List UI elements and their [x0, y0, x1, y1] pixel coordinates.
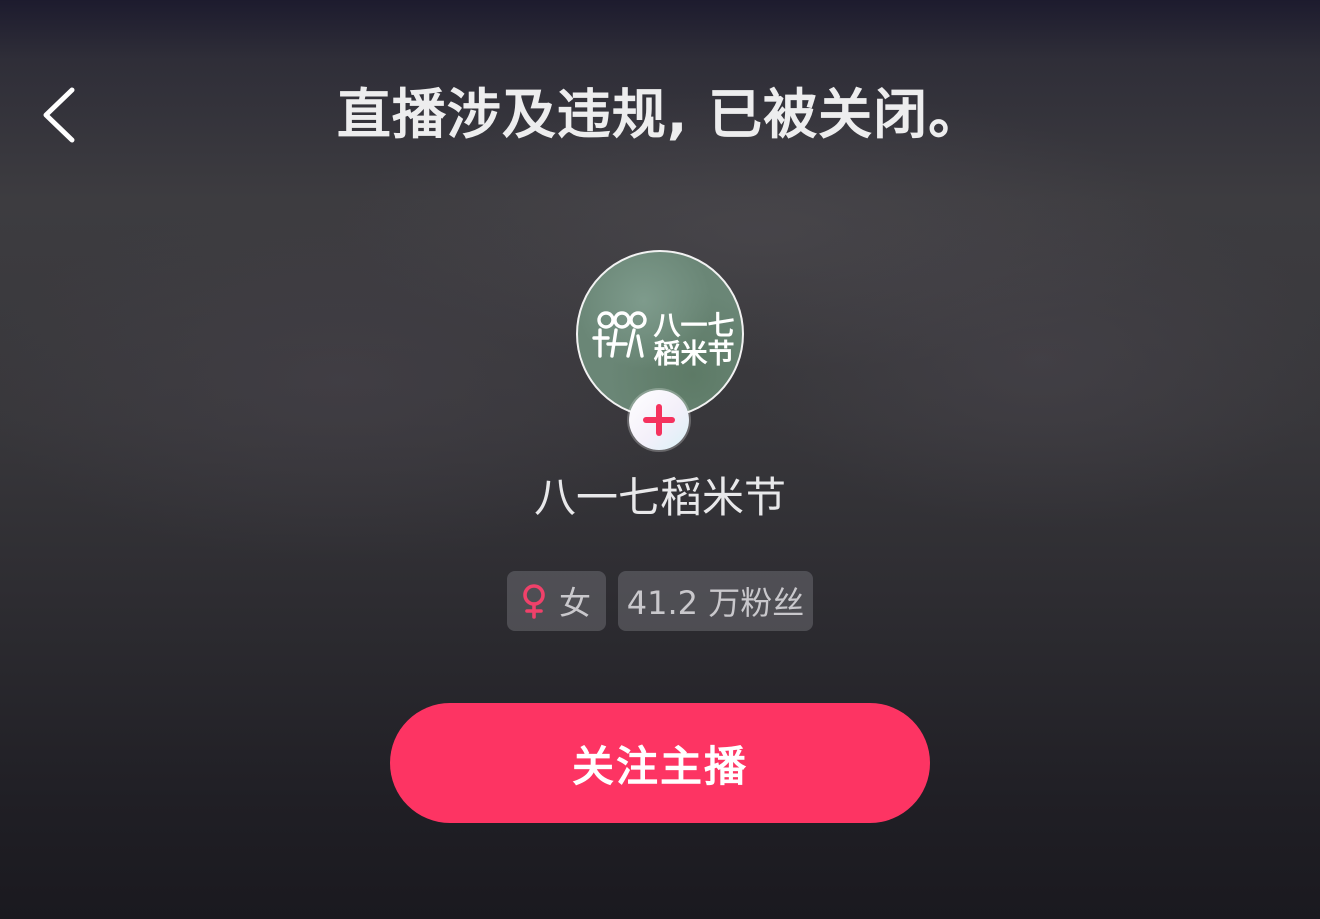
svg-text:稻米节: 稻米节: [654, 339, 735, 370]
follow-plus-button[interactable]: [629, 390, 689, 450]
fans-count-tag: 41.2 万粉丝: [618, 571, 813, 631]
follow-streamer-button[interactable]: 关注主播: [390, 703, 930, 823]
violation-notice: 直播涉及违规, 已被关闭。: [336, 83, 984, 146]
fans-count: 41.2 万粉丝: [626, 584, 805, 622]
profile-tags: 女 41.2 万粉丝: [507, 571, 813, 631]
female-icon: [523, 584, 545, 619]
streamer-name: 八一七稻米节: [533, 473, 786, 522]
gender-tag: 女: [507, 571, 606, 631]
svg-text:八一七: 八一七: [654, 311, 735, 342]
top-bar: 直播涉及违规, 已被关闭。: [0, 60, 1320, 170]
gender-label: 女: [559, 584, 592, 622]
back-button[interactable]: [30, 80, 94, 150]
chevron-left-icon: [43, 87, 75, 143]
plus-icon: [643, 404, 675, 436]
